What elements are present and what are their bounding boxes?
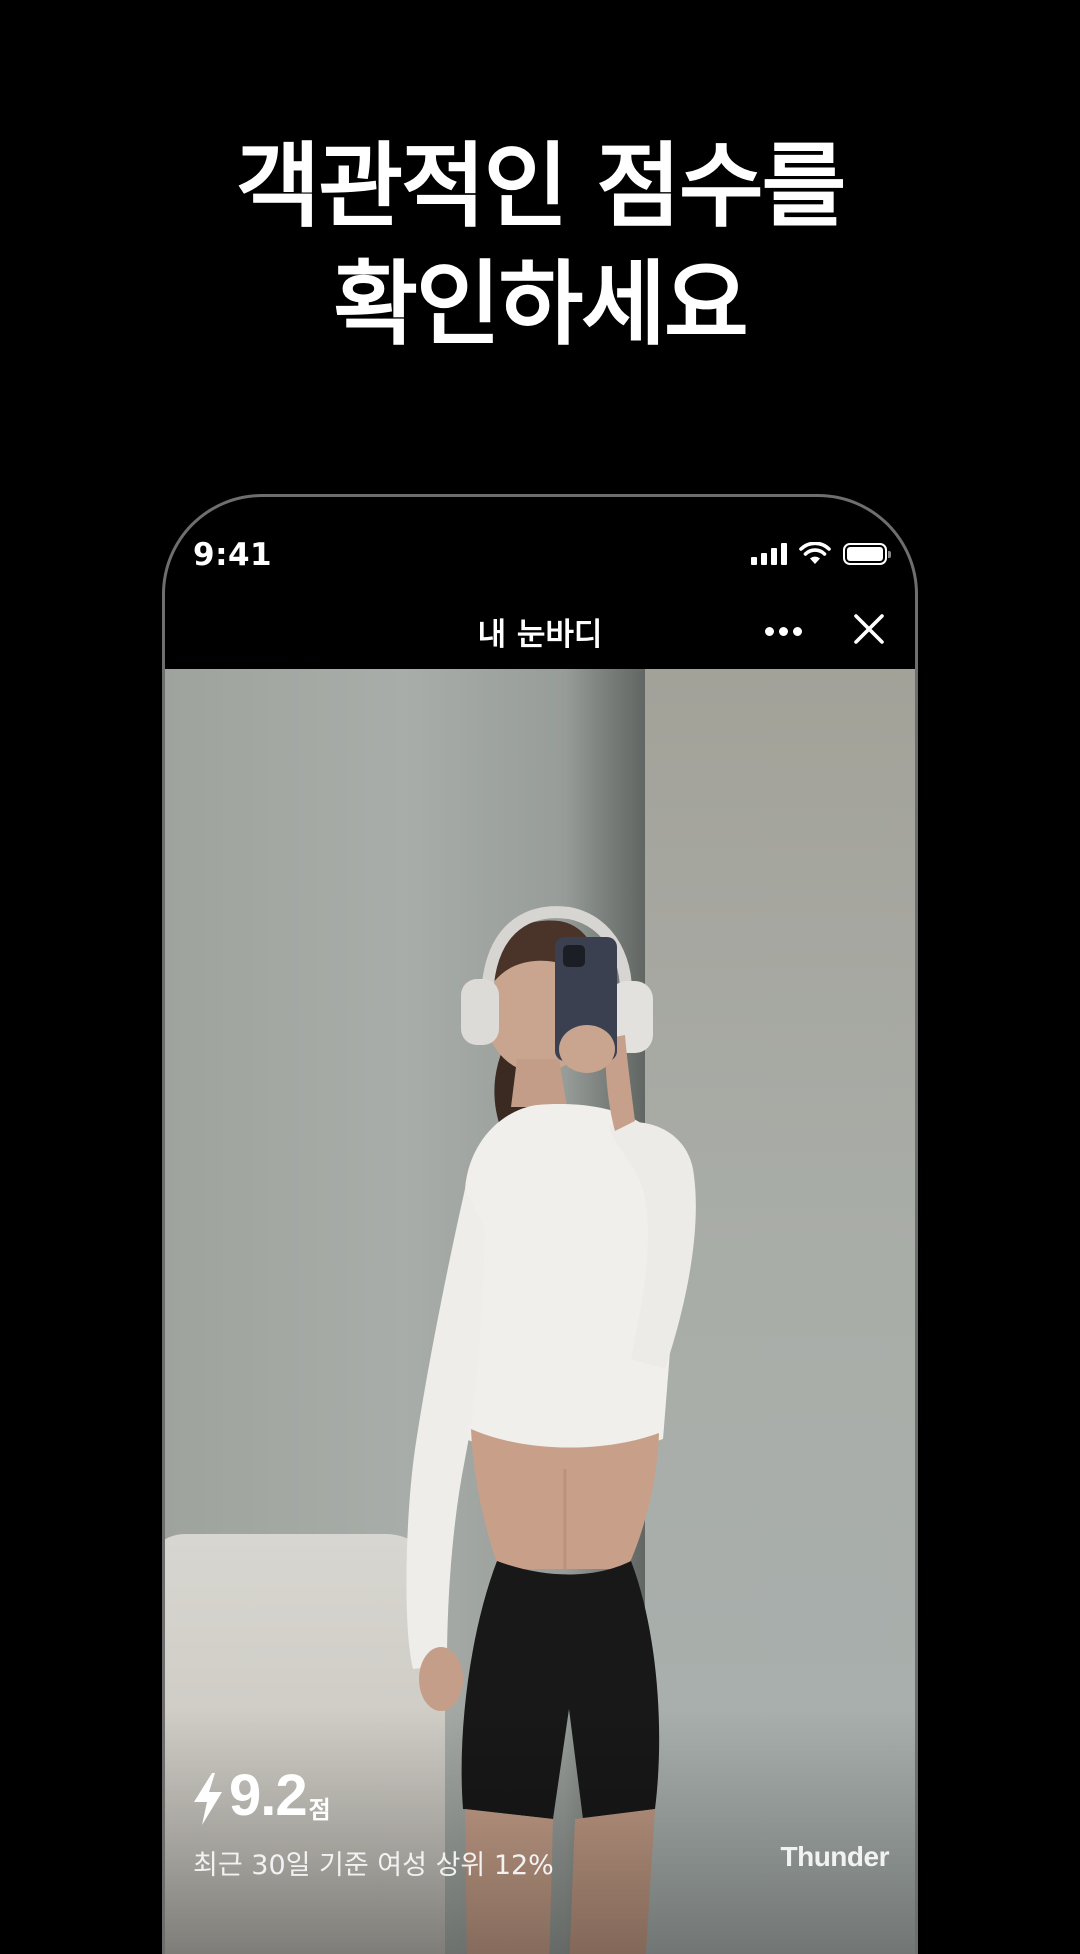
- body-photo: [165, 669, 915, 1954]
- phone-mockup: 9:41 내 눈바디 9.2 점 최근 30일 기준 여성 상위 12% Thu…: [162, 494, 918, 1954]
- battery-icon: [843, 543, 891, 565]
- brand-logo: Thunder: [780, 1841, 890, 1872]
- close-icon: [854, 614, 884, 644]
- status-icons: [751, 541, 891, 567]
- score-value: 9.2: [229, 1763, 308, 1828]
- rank-text: 최근 30일 기준 여성 상위 12%: [193, 1850, 554, 1881]
- headline: 객관적인 점수를 확인하세요: [0, 128, 1080, 364]
- nav-bar: 내 눈바디: [165, 593, 915, 669]
- score-row: 9.2 점: [191, 1763, 331, 1827]
- photo-bottom-overlay: [165, 1709, 915, 1954]
- headline-line-2: 확인하세요: [333, 251, 748, 358]
- close-button[interactable]: [847, 607, 891, 651]
- cellular-signal-icon: [751, 543, 787, 565]
- status-time: 9:41: [193, 537, 273, 573]
- more-horizontal-icon: [764, 626, 774, 636]
- more-button[interactable]: [755, 611, 811, 651]
- score-unit: 점: [308, 1796, 331, 1824]
- wifi-icon: [799, 542, 831, 564]
- headline-line-1: 객관적인 점수를: [235, 133, 847, 240]
- lightning-bolt-icon: [194, 1773, 222, 1825]
